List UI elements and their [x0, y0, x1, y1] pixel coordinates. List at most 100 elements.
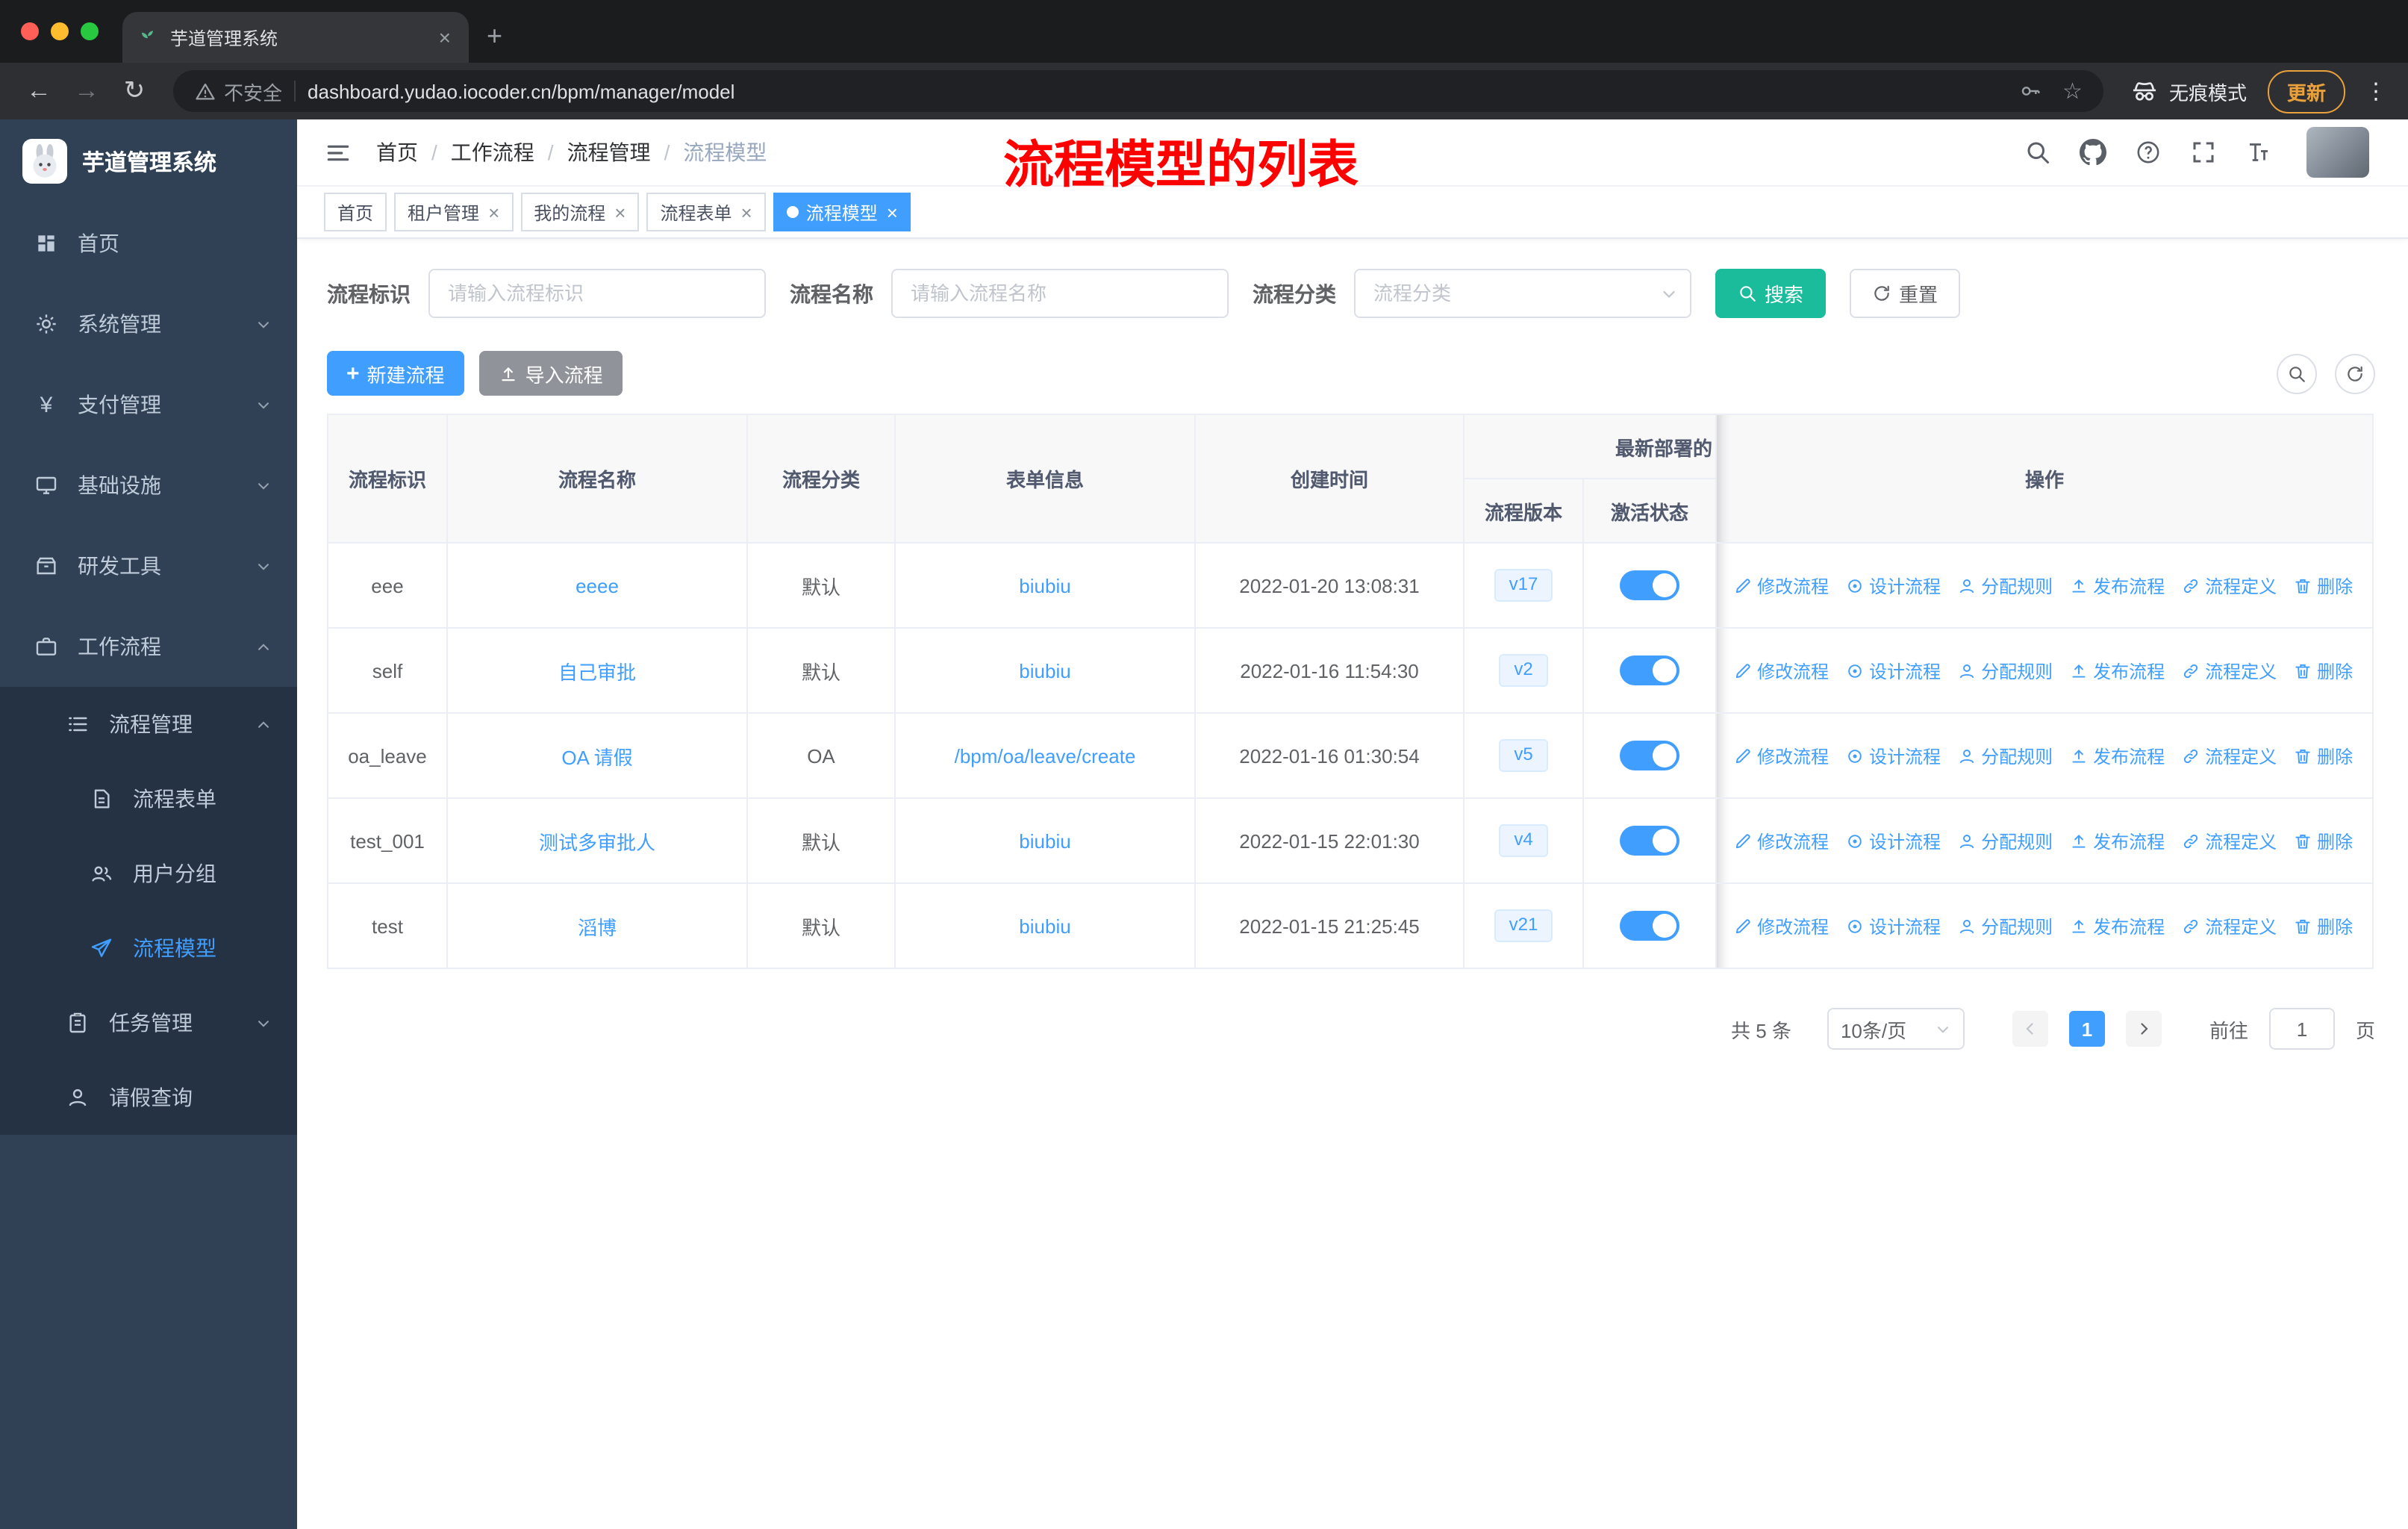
form-info-link[interactable]: biubiu: [1019, 829, 1070, 852]
design-process-link[interactable]: 设计流程: [1845, 913, 1941, 938]
delete-link[interactable]: 删除: [2293, 828, 2353, 853]
refresh-table-button[interactable]: [2335, 353, 2375, 393]
sidebar-item-leave-query[interactable]: 请假查询: [0, 1060, 297, 1135]
tagview-process-form[interactable]: 流程表单 ×: [646, 193, 766, 231]
page-number-1[interactable]: 1: [2068, 1011, 2105, 1047]
address-bar[interactable]: 不安全 dashboard.yudao.iocoder.cn/bpm/manag…: [173, 70, 2103, 112]
publish-process-link[interactable]: 发布流程: [2069, 743, 2165, 768]
edit-process-link[interactable]: 修改流程: [1733, 828, 1829, 853]
breadcrumb-process-management[interactable]: 流程管理: [567, 137, 651, 167]
assign-rule-link[interactable]: 分配规则: [1957, 913, 2053, 938]
close-window-button[interactable]: [21, 22, 39, 40]
process-name-link[interactable]: 测试多审批人: [539, 826, 655, 855]
edit-process-link[interactable]: 修改流程: [1733, 743, 1829, 768]
assign-rule-link[interactable]: 分配规则: [1957, 743, 2053, 768]
sidebar-item-infra[interactable]: 基础设施: [0, 445, 297, 526]
new-tab-button[interactable]: +: [487, 11, 502, 52]
search-icon[interactable]: [2024, 139, 2051, 166]
sidebar-item-devtools[interactable]: 研发工具: [0, 526, 297, 606]
process-name-link[interactable]: 滔博: [578, 912, 617, 940]
github-icon[interactable]: [2080, 139, 2106, 166]
sidebar-item-user-group[interactable]: 用户分组: [0, 836, 297, 911]
toggle-search-button[interactable]: [2277, 353, 2317, 393]
sidebar-item-workflow[interactable]: 工作流程: [0, 606, 297, 687]
form-info-link[interactable]: biubiu: [1019, 659, 1070, 682]
sidebar-item-system[interactable]: 系统管理: [0, 284, 297, 364]
process-definition-link[interactable]: 流程定义: [2181, 658, 2277, 683]
import-process-button[interactable]: 导入流程: [478, 351, 623, 396]
maximize-window-button[interactable]: [81, 22, 99, 40]
create-process-button[interactable]: + 新建流程: [327, 351, 464, 396]
design-process-link[interactable]: 设计流程: [1845, 743, 1941, 768]
process-definition-link[interactable]: 流程定义: [2181, 913, 2277, 938]
publish-process-link[interactable]: 发布流程: [2069, 658, 2165, 683]
process-id-input[interactable]: [428, 269, 766, 318]
design-process-link[interactable]: 设计流程: [1845, 658, 1941, 683]
browser-menu-button[interactable]: ⋮: [2365, 78, 2387, 105]
form-info-link[interactable]: biubiu: [1019, 915, 1070, 937]
font-size-icon[interactable]: [2245, 139, 2272, 166]
password-key-icon[interactable]: [2018, 79, 2042, 103]
close-icon[interactable]: ×: [488, 201, 499, 223]
edit-process-link[interactable]: 修改流程: [1733, 913, 1829, 938]
active-switch[interactable]: [1620, 741, 1679, 770]
publish-process-link[interactable]: 发布流程: [2069, 573, 2165, 598]
sidebar-item-process-model[interactable]: 流程模型: [0, 911, 297, 985]
delete-link[interactable]: 删除: [2293, 743, 2353, 768]
goto-page-input[interactable]: [2268, 1008, 2335, 1050]
security-chip[interactable]: 不安全: [194, 77, 282, 105]
sidebar-item-home[interactable]: 首页: [0, 203, 297, 284]
form-info-link[interactable]: biubiu: [1019, 574, 1070, 597]
delete-link[interactable]: 删除: [2293, 913, 2353, 938]
next-page-button[interactable]: [2125, 1011, 2162, 1047]
sidebar-toggle-icon[interactable]: [324, 138, 352, 166]
prev-page-button[interactable]: [2012, 1011, 2048, 1047]
assign-rule-link[interactable]: 分配规则: [1957, 828, 2053, 853]
active-switch[interactable]: [1620, 655, 1679, 685]
process-definition-link[interactable]: 流程定义: [2181, 828, 2277, 853]
tagview-home[interactable]: 首页: [324, 193, 387, 231]
sidebar-item-payment[interactable]: ¥ 支付管理: [0, 364, 297, 445]
process-definition-link[interactable]: 流程定义: [2181, 573, 2277, 598]
sidebar-item-process-form[interactable]: 流程表单: [0, 762, 297, 836]
browser-tab[interactable]: 芋道管理系统 ×: [122, 12, 469, 63]
tagview-my-process[interactable]: 我的流程 ×: [520, 193, 640, 231]
close-icon[interactable]: ×: [887, 201, 898, 223]
reload-button[interactable]: ↻: [113, 70, 155, 112]
close-icon[interactable]: ×: [741, 201, 752, 223]
assign-rule-link[interactable]: 分配规则: [1957, 573, 2053, 598]
assign-rule-link[interactable]: 分配规则: [1957, 658, 2053, 683]
process-name-input[interactable]: [891, 269, 1229, 318]
delete-link[interactable]: 删除: [2293, 658, 2353, 683]
process-name-link[interactable]: 自己审批: [558, 656, 636, 685]
sidebar-item-task-management[interactable]: 任务管理: [0, 985, 297, 1060]
reset-button[interactable]: 重置: [1850, 269, 1961, 318]
tagview-tenant[interactable]: 租户管理 ×: [394, 193, 514, 231]
category-select[interactable]: [1354, 269, 1691, 318]
page-size-select[interactable]: 10条/页: [1827, 1008, 1965, 1050]
help-icon[interactable]: [2135, 139, 2162, 166]
breadcrumb-home[interactable]: 首页: [376, 137, 418, 167]
publish-process-link[interactable]: 发布流程: [2069, 913, 2165, 938]
breadcrumb-workflow[interactable]: 工作流程: [451, 137, 534, 167]
sidebar-item-process-management[interactable]: 流程管理: [0, 687, 297, 762]
active-switch[interactable]: [1620, 570, 1679, 600]
active-switch[interactable]: [1620, 911, 1679, 941]
minimize-window-button[interactable]: [51, 22, 69, 40]
forward-button[interactable]: →: [66, 70, 107, 112]
tab-close-button[interactable]: ×: [436, 25, 454, 49]
process-name-link[interactable]: OA 请假: [561, 741, 632, 770]
publish-process-link[interactable]: 发布流程: [2069, 828, 2165, 853]
process-definition-link[interactable]: 流程定义: [2181, 743, 2277, 768]
close-icon[interactable]: ×: [614, 201, 626, 223]
design-process-link[interactable]: 设计流程: [1845, 828, 1941, 853]
delete-link[interactable]: 删除: [2293, 573, 2353, 598]
back-button[interactable]: ←: [18, 70, 60, 112]
form-info-link[interactable]: /bpm/oa/leave/create: [955, 744, 1136, 767]
process-name-link[interactable]: eeee: [576, 574, 619, 597]
fullscreen-icon[interactable]: [2190, 139, 2217, 166]
design-process-link[interactable]: 设计流程: [1845, 573, 1941, 598]
bookmark-star-icon[interactable]: ☆: [2062, 78, 2083, 105]
edit-process-link[interactable]: 修改流程: [1733, 573, 1829, 598]
search-button[interactable]: 搜索: [1715, 269, 1827, 318]
